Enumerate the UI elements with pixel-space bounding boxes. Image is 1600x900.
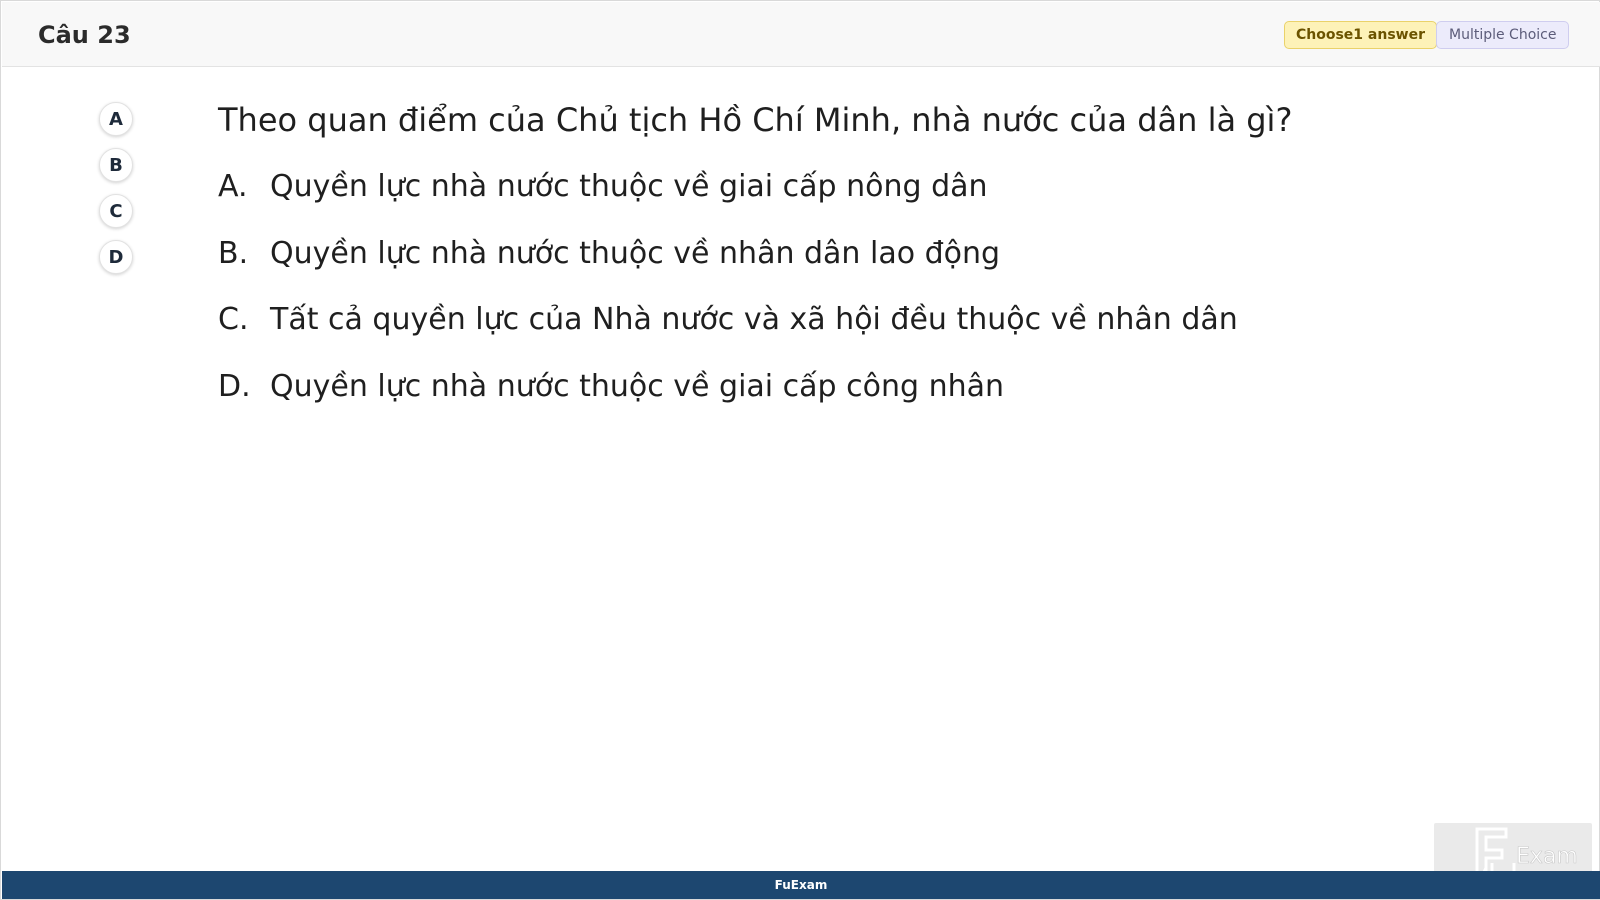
- question-number-title: Câu 23: [38, 21, 131, 49]
- answer-item-c: C. Tất cả quyền lực của Nhà nước và xã h…: [218, 302, 1418, 369]
- question-header: Câu 23 Choose1 answer Multiple Choice: [2, 2, 1600, 67]
- answer-text: Quyền lực nhà nước thuộc về nhân dân lao…: [270, 235, 1001, 271]
- answer-option-buttons: A B C D: [99, 102, 135, 286]
- answer-item-a: A. Quyền lực nhà nước thuộc về giai cấp …: [218, 169, 1418, 236]
- option-button-d[interactable]: D: [99, 240, 133, 274]
- answer-list: A. Quyền lực nhà nước thuộc về giai cấp …: [218, 169, 1418, 435]
- watermark-logo-text: Exam: [1516, 844, 1578, 869]
- answer-letter: A.: [218, 169, 248, 204]
- question-text: Theo quan điểm của Chủ tịch Hồ Chí Minh,…: [218, 101, 1293, 139]
- question-type-badge: Multiple Choice: [1436, 21, 1570, 49]
- answer-item-d: D. Quyền lực nhà nước thuộc về giai cấp …: [218, 369, 1418, 436]
- answer-text: Quyền lực nhà nước thuộc về giai cấp nôn…: [270, 169, 988, 204]
- answer-text: Quyền lực nhà nước thuộc về giai cấp côn…: [270, 368, 1005, 404]
- answer-text: Tất cả quyền lực của Nhà nước và xã hội …: [270, 302, 1238, 337]
- answer-letter: C.: [218, 302, 249, 337]
- answer-letter: B.: [218, 235, 249, 271]
- answer-letter: D.: [218, 368, 251, 404]
- footer-brand: FuExam: [774, 878, 828, 892]
- footer-bar: FuExam: [2, 871, 1600, 899]
- choose-answer-badge: Choose1 answer: [1284, 21, 1438, 49]
- answer-item-b: B. Quyền lực nhà nước thuộc về nhân dân …: [218, 236, 1418, 303]
- exam-frame: Câu 23 Choose1 answer Multiple Choice A …: [0, 0, 1600, 900]
- option-button-c[interactable]: C: [99, 194, 133, 228]
- option-button-b[interactable]: B: [99, 148, 133, 182]
- option-button-a[interactable]: A: [99, 102, 133, 136]
